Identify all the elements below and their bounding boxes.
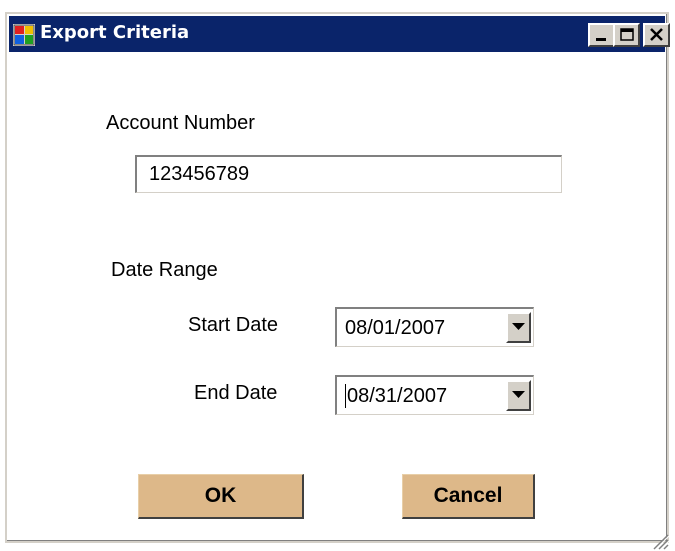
chevron-down-icon bbox=[512, 391, 525, 398]
app-icon bbox=[13, 24, 35, 46]
start-date-label: Start Date bbox=[188, 314, 279, 336]
minimize-icon bbox=[596, 38, 606, 41]
end-date-picker[interactable]: 08/31/2007 bbox=[335, 375, 534, 415]
start-date-dropdown-button[interactable] bbox=[506, 312, 531, 343]
maximize-button[interactable] bbox=[613, 23, 640, 47]
text-caret bbox=[345, 384, 346, 408]
minimize-button[interactable] bbox=[588, 23, 615, 47]
close-button[interactable] bbox=[643, 23, 670, 47]
ok-button[interactable]: OK bbox=[138, 474, 304, 519]
maximize-icon bbox=[620, 28, 634, 41]
date-range-label: Date Range bbox=[111, 259, 218, 281]
account-number-label: Account Number bbox=[106, 112, 255, 134]
end-date-value: 08/31/2007 bbox=[347, 385, 448, 407]
end-date-label: End Date bbox=[194, 382, 278, 404]
end-date-dropdown-button[interactable] bbox=[506, 380, 531, 411]
export-criteria-window: Export Criteria Account Number Date Rang… bbox=[5, 12, 670, 551]
chevron-down-icon bbox=[512, 323, 525, 330]
close-icon bbox=[650, 28, 663, 41]
title-bar[interactable]: Export Criteria bbox=[9, 16, 670, 52]
start-date-value: 08/01/2007 bbox=[345, 317, 446, 339]
resize-grip-icon[interactable] bbox=[648, 529, 670, 551]
account-number-input[interactable] bbox=[135, 155, 562, 193]
cancel-button[interactable]: Cancel bbox=[402, 474, 535, 519]
start-date-picker[interactable]: 08/01/2007 bbox=[335, 307, 534, 347]
window-title: Export Criteria bbox=[40, 22, 190, 43]
